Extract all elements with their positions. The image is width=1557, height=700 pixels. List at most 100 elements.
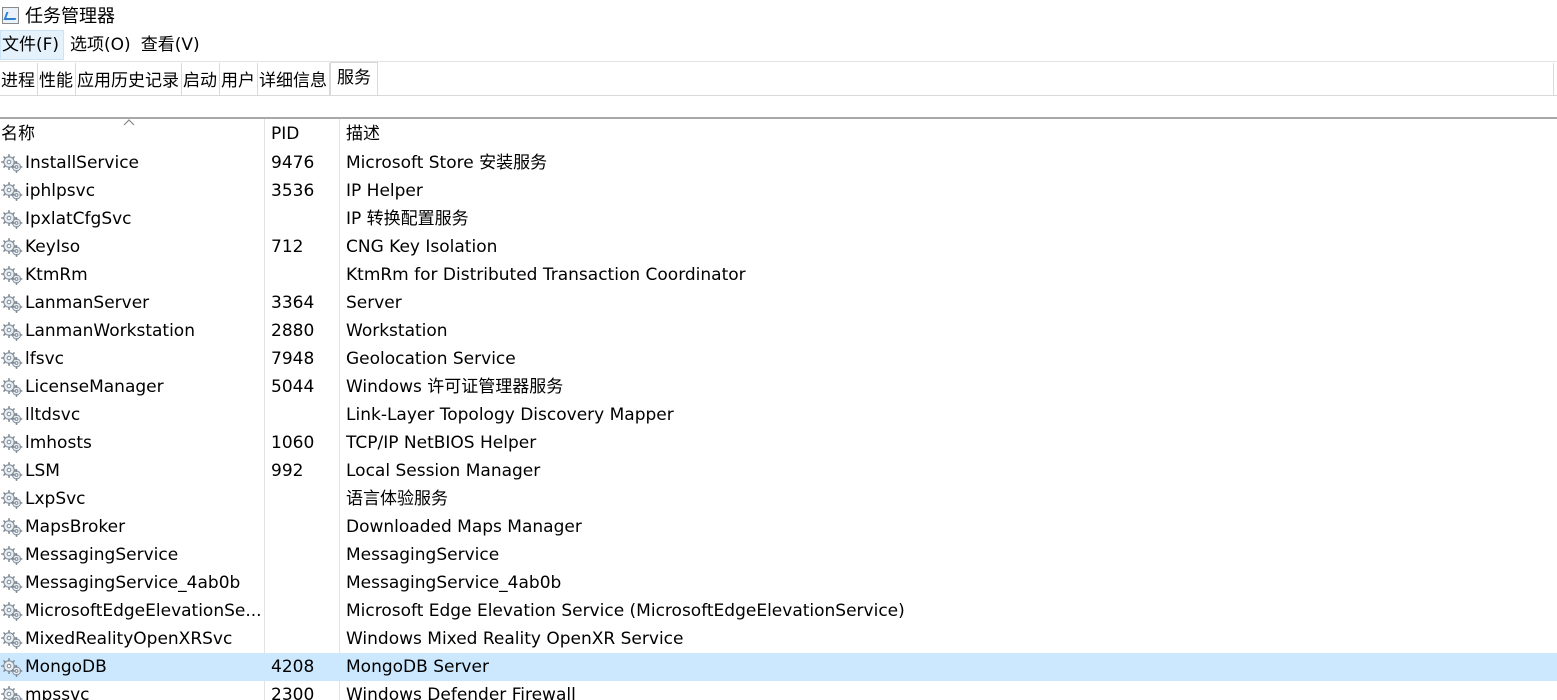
service-pid: 3536 — [271, 181, 315, 201]
table-row[interactable]: KtmRm KtmRm for Distributed Transaction C… — [0, 261, 1557, 289]
service-name: MessagingService_4ab0b — [25, 573, 241, 593]
table-row[interactable]: lmhosts 1060 TCP/IP NetBIOS Helper — [0, 429, 1557, 457]
service-name: MessagingService — [25, 545, 179, 565]
menu-file[interactable]: 文件(F) — [0, 30, 65, 60]
service-gears-icon — [1, 181, 23, 202]
service-pid: 2300 — [271, 685, 315, 700]
service-description: Microsoft Store 安装服务 — [346, 153, 548, 173]
column-header-description[interactable]: 描述 — [346, 119, 380, 149]
service-name: lfsvc — [25, 349, 64, 369]
menu-options[interactable]: 选项(O) — [68, 30, 135, 60]
service-pid: 3364 — [271, 293, 315, 313]
menu-divider — [0, 61, 1557, 62]
table-header: 名称 PID 描述 — [0, 119, 1557, 149]
service-gears-icon — [1, 657, 23, 678]
column-header-pid[interactable]: PID — [271, 119, 299, 149]
service-pid — [271, 569, 337, 597]
service-name: MapsBroker — [25, 517, 126, 537]
title-bar: 任务管理器 — [0, 0, 1557, 30]
task-manager-window: 任务管理器 文件(F) 选项(O) 查看(V) 进程 性能 应用历史记录 启动 … — [0, 0, 1557, 700]
service-pid: 1060 — [271, 433, 315, 453]
service-description: Windows Defender Firewall — [346, 685, 576, 700]
service-gears-icon — [1, 209, 23, 230]
table-row[interactable]: MessagingService MessagingService — [0, 541, 1557, 569]
service-pid: 712 — [271, 237, 304, 257]
service-description: 语言体验服务 — [346, 489, 448, 509]
tab-details[interactable]: 详细信息 — [258, 63, 330, 95]
service-description: Workstation — [346, 321, 448, 341]
service-name: LicenseManager — [25, 377, 164, 397]
tab-startup[interactable]: 启动 — [182, 63, 220, 95]
service-name: MongoDB — [25, 657, 107, 677]
service-description: Server — [346, 293, 402, 313]
service-description: TCP/IP NetBIOS Helper — [346, 433, 537, 453]
service-pid: 2880 — [271, 321, 315, 341]
service-name: KeyIso — [25, 237, 81, 257]
menu-view[interactable]: 查看(V) — [139, 30, 204, 60]
table-row[interactable]: IpxlatCfgSvc IP 转换配置服务 — [0, 205, 1557, 233]
table-row[interactable]: iphlpsvc 3536 IP Helper — [0, 177, 1557, 205]
service-description: Downloaded Maps Manager — [346, 517, 582, 537]
service-description: Windows Mixed Reality OpenXR Service — [346, 629, 684, 649]
service-name: MicrosoftEdgeElevationSe... — [25, 601, 262, 621]
tab-users[interactable]: 用户 — [220, 63, 258, 95]
table-row[interactable]: MicrosoftEdgeElevationSe... Microsoft Edg… — [0, 597, 1557, 625]
table-row[interactable]: lfsvc 7948 Geolocation Service — [0, 345, 1557, 373]
tab-performance[interactable]: 性能 — [38, 63, 76, 95]
tab-app-history[interactable]: 应用历史记录 — [76, 63, 182, 95]
table-row[interactable]: LicenseManager 5044 Windows 许可证管理器服务 — [0, 373, 1557, 401]
service-gears-icon — [1, 461, 23, 482]
service-gears-icon — [1, 321, 23, 342]
service-gears-icon — [1, 517, 23, 538]
table-row[interactable]: MessagingService_4ab0b MessagingService_4… — [0, 569, 1557, 597]
table-row[interactable]: LanmanWorkstation 2880 Workstation — [0, 317, 1557, 345]
service-gears-icon — [1, 433, 23, 454]
service-name: LanmanServer — [25, 293, 150, 313]
service-name: LSM — [25, 461, 60, 481]
table-row[interactable]: mpssvc 2300 Windows Defender Firewall — [0, 681, 1557, 700]
table-row[interactable]: LanmanServer 3364 Server — [0, 289, 1557, 317]
column-header-name[interactable]: 名称 — [1, 119, 35, 149]
service-description: Microsoft Edge Elevation Service (Micros… — [346, 601, 905, 621]
table-row[interactable]: MapsBroker Downloaded Maps Manager — [0, 513, 1557, 541]
service-description: KtmRm for Distributed Transaction Coordi… — [346, 265, 746, 285]
service-pid: 992 — [271, 461, 304, 481]
table-row[interactable]: LxpSvc 语言体验服务 — [0, 485, 1557, 513]
task-manager-icon — [2, 6, 19, 24]
sort-ascending-icon — [123, 119, 135, 126]
table-row[interactable]: KeyIso 712 CNG Key Isolation — [0, 233, 1557, 261]
table-row[interactable]: InstallService 9476 Microsoft Store 安装服务 — [0, 149, 1557, 177]
window-title: 任务管理器 — [25, 6, 115, 27]
service-pid: 9476 — [271, 153, 315, 173]
service-pid — [271, 401, 337, 429]
service-name: lltdsvc — [25, 405, 81, 425]
service-gears-icon — [1, 265, 23, 286]
service-name: LanmanWorkstation — [25, 321, 195, 341]
service-name: iphlpsvc — [25, 181, 96, 201]
table-row[interactable]: LSM 992 Local Session Manager — [0, 457, 1557, 485]
tab-services[interactable]: 服务 — [330, 62, 378, 95]
service-gears-icon — [1, 293, 23, 314]
service-gears-icon — [1, 601, 23, 622]
service-pid: 4208 — [271, 657, 315, 677]
table-row[interactable]: MongoDB 4208 MongoDB Server — [0, 653, 1557, 681]
table-row[interactable]: MixedRealityOpenXRSvc Windows Mixed Reali… — [0, 625, 1557, 653]
service-name: IpxlatCfgSvc — [25, 209, 132, 229]
service-gears-icon — [1, 377, 23, 398]
service-pid — [271, 513, 337, 541]
service-pid: 5044 — [271, 377, 315, 397]
service-description: MessagingService_4ab0b — [346, 573, 562, 593]
service-description: Link-Layer Topology Discovery Mapper — [346, 405, 674, 425]
menu-bar: 文件(F) 选项(O) 查看(V) — [0, 30, 1557, 60]
table-row[interactable]: lltdsvc Link-Layer Topology Discovery Map… — [0, 401, 1557, 429]
service-gears-icon — [1, 237, 23, 258]
service-name: KtmRm — [25, 265, 88, 285]
service-pid — [271, 541, 337, 569]
tab-strip-divider — [0, 95, 1557, 96]
tab-processes[interactable]: 进程 — [0, 63, 38, 95]
service-description: IP 转换配置服务 — [346, 209, 469, 229]
service-description: CNG Key Isolation — [346, 237, 498, 257]
service-description: IP Helper — [346, 181, 423, 201]
service-description: MongoDB Server — [346, 657, 489, 677]
service-description: Windows 许可证管理器服务 — [346, 377, 564, 397]
